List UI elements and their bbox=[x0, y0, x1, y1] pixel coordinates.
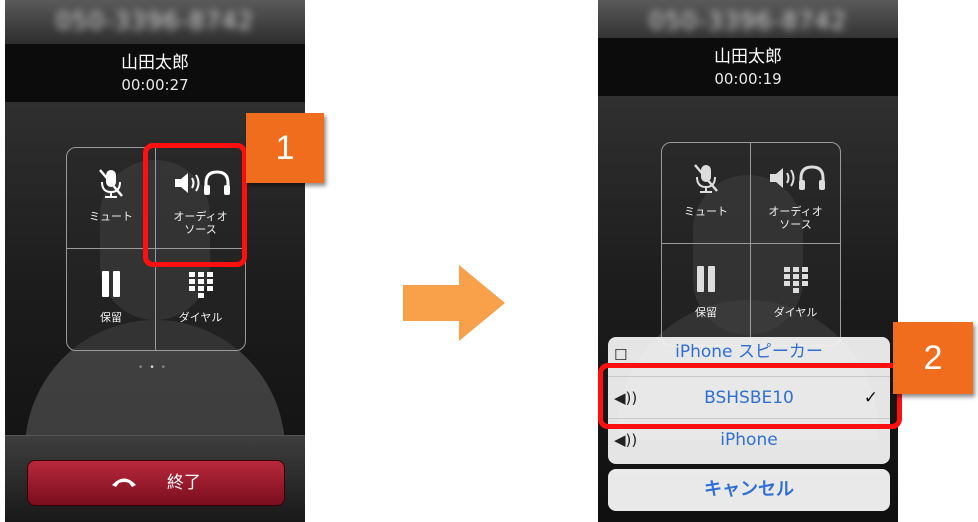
caller-name: 山田太郎 bbox=[714, 47, 782, 67]
call-controls-grid: ミュート オーディオ ソース 保留 ダイヤル bbox=[661, 142, 841, 346]
audio-source-label: オーディオ ソース bbox=[751, 205, 840, 231]
phone-number-blurred: 050-3396-8742 bbox=[648, 7, 848, 35]
step-badge-2: 2 bbox=[893, 322, 973, 394]
dial-label: ダイヤル bbox=[178, 311, 223, 324]
mute-label: ミュート bbox=[684, 205, 728, 218]
caller-info: 山田太郎 00:00:19 bbox=[598, 38, 898, 96]
hold-label: 保留 bbox=[695, 306, 717, 319]
page-indicator[interactable]: ••• bbox=[5, 363, 305, 373]
audio-option-label: iPhone スピーカー bbox=[675, 342, 823, 362]
audio-source-label-line2: ソース bbox=[779, 218, 812, 231]
dial-button[interactable]: ダイヤル bbox=[751, 244, 840, 345]
speaker-headphone-icon bbox=[751, 161, 840, 195]
hold-label: 保留 bbox=[100, 311, 122, 324]
step-badge-1: 1 bbox=[246, 113, 324, 183]
highlight-bshsbe10-option bbox=[598, 363, 902, 429]
number-bar: 050-3396-8742 bbox=[5, 0, 305, 45]
mute-button[interactable]: ミュート bbox=[662, 143, 751, 244]
end-call-label: 終了 bbox=[166, 473, 201, 493]
keypad-icon bbox=[751, 262, 840, 296]
call-duration: 00:00:19 bbox=[714, 70, 782, 88]
end-call-button[interactable]: 終了 bbox=[27, 460, 285, 506]
mute-label: ミュート bbox=[89, 210, 133, 223]
audio-option-label: iPhone bbox=[720, 430, 778, 450]
arrow-right-icon bbox=[403, 265, 505, 341]
cancel-button[interactable]: キャンセル bbox=[608, 469, 890, 511]
caller-name: 山田太郎 bbox=[121, 53, 189, 73]
phone-hangup-icon bbox=[111, 472, 143, 493]
mute-mic-icon bbox=[662, 161, 750, 195]
dial-label: ダイヤル bbox=[773, 306, 818, 319]
call-screen-after: 050-3396-8742 山田太郎 00:00:19 ミュート オーディオ ソ… bbox=[598, 0, 898, 522]
pause-icon bbox=[67, 267, 155, 301]
call-duration: 00:00:27 bbox=[121, 76, 189, 94]
highlight-audio-source bbox=[143, 143, 247, 267]
phone-number-blurred: 050-3396-8742 bbox=[55, 7, 255, 35]
audio-source-label-line1: オーディオ bbox=[768, 205, 823, 218]
hold-button[interactable]: 保留 bbox=[662, 244, 751, 345]
mute-mic-icon bbox=[67, 166, 155, 200]
pause-icon bbox=[662, 262, 750, 296]
audio-source-button[interactable]: オーディオ ソース bbox=[751, 143, 840, 244]
hold-button[interactable]: 保留 bbox=[67, 249, 156, 350]
keypad-icon bbox=[156, 267, 245, 301]
caller-info: 山田太郎 00:00:27 bbox=[5, 44, 305, 102]
